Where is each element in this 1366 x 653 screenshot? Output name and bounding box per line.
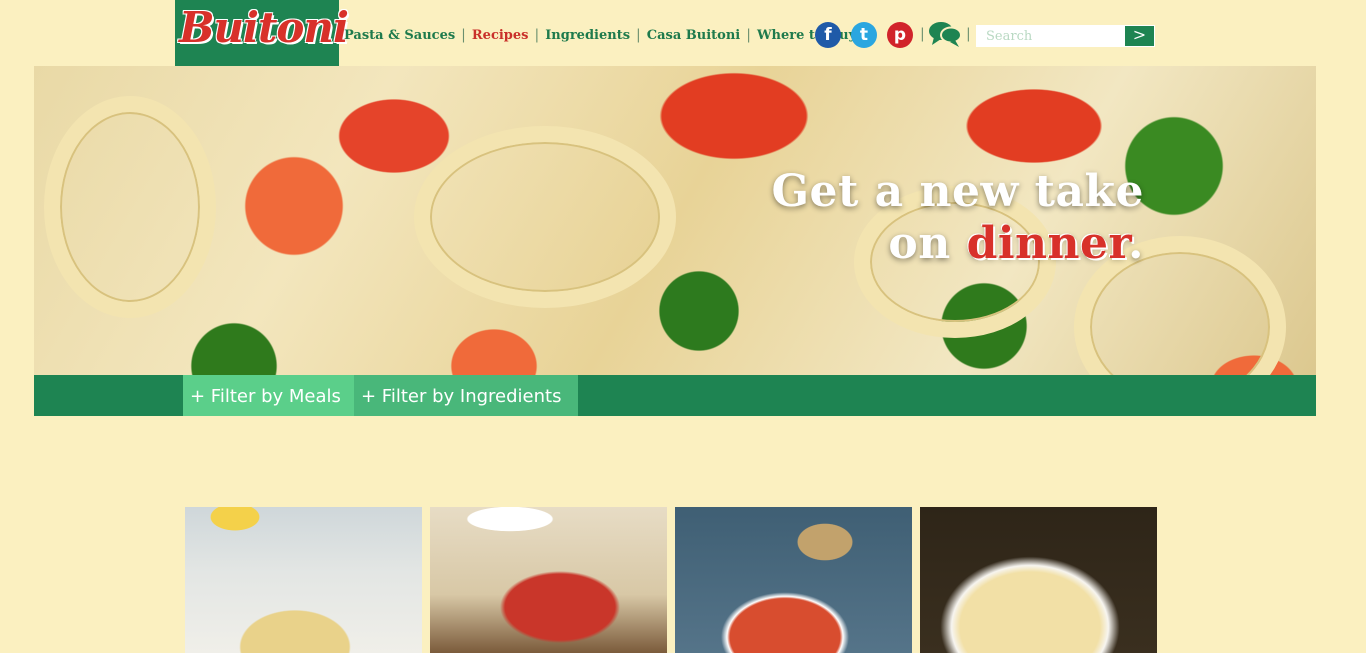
- recipe-tile[interactable]: [675, 507, 912, 653]
- hero-line-1: Get a new take: [771, 166, 1144, 217]
- facebook-icon[interactable]: f: [815, 22, 841, 48]
- search-input[interactable]: [976, 25, 1124, 47]
- main-nav: Pasta & Sauces | Recipes | Ingredients |…: [344, 24, 867, 46]
- nav-casa-buitoni[interactable]: Casa Buitoni: [641, 28, 746, 43]
- hero-banner: Get a new take on dinner.: [34, 66, 1316, 375]
- hero-headline: Get a new take on dinner.: [771, 166, 1144, 270]
- nav-recipes[interactable]: Recipes: [466, 28, 535, 43]
- hero-line-2-suffix: .: [1128, 218, 1144, 269]
- pinterest-icon[interactable]: p: [887, 22, 913, 48]
- hero-accent-word: dinner: [966, 218, 1129, 269]
- nav-separator: |: [966, 26, 971, 42]
- hero-line-2-prefix: on: [888, 218, 967, 269]
- hero-pasta-shape: [44, 96, 216, 318]
- nav-separator: |: [920, 26, 925, 42]
- filter-by-ingredients-button[interactable]: + Filter by Ingredients: [354, 375, 578, 416]
- search-submit-button[interactable]: >: [1124, 25, 1155, 47]
- nav-pasta-sauces[interactable]: Pasta & Sauces: [344, 28, 461, 43]
- facebook-glyph: f: [824, 25, 832, 45]
- hero-pasta-shape: [414, 126, 676, 308]
- twitter-glyph: t: [859, 25, 869, 45]
- pinterest-glyph: p: [893, 25, 907, 45]
- chat-bubbles-icon[interactable]: [928, 20, 962, 48]
- logo-wordmark: Buitoni: [179, 3, 349, 52]
- social-links: f t p: [815, 22, 923, 48]
- recipe-tile[interactable]: [185, 507, 422, 653]
- filter-by-meals-button[interactable]: + Filter by Meals: [183, 375, 354, 416]
- recipe-tile[interactable]: [430, 507, 667, 653]
- nav-ingredients[interactable]: Ingredients: [539, 28, 636, 43]
- twitter-icon[interactable]: t: [851, 22, 877, 48]
- filter-bar: + Filter by Meals + Filter by Ingredient…: [34, 375, 1316, 416]
- recipe-tile[interactable]: [920, 507, 1157, 653]
